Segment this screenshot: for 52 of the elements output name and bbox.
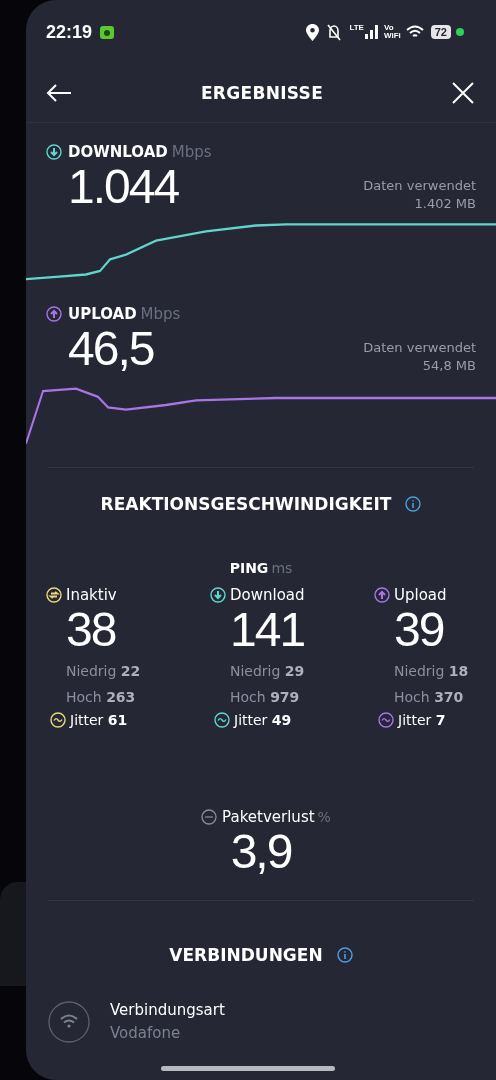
high-ping-text: Hoch 979 — [230, 688, 300, 707]
ping-value: 38 — [66, 604, 116, 658]
connection-label: Verbindungsart — [110, 1000, 225, 1021]
section-title: VERBINDUNGEN — [169, 945, 323, 965]
info-icon[interactable] — [336, 947, 353, 963]
unit-label: Mbps — [171, 143, 212, 161]
speed-value: 46,5 — [68, 323, 154, 375]
jitter-text: Jitter 49 — [234, 712, 292, 728]
wave-icon — [378, 712, 394, 728]
low-ping-text: Niedrig 18 — [394, 662, 469, 681]
data-used-value: 1.402 MB — [414, 195, 476, 213]
data-used-value: 54,8 MB — [422, 357, 476, 375]
wave-icon — [50, 712, 66, 728]
info-icon[interactable] — [405, 496, 422, 512]
wave-icon — [214, 712, 230, 728]
network-type-label: LTE — [349, 22, 364, 32]
ping-type-label: Download — [230, 586, 305, 604]
unit-label: Mbps — [140, 305, 181, 323]
ping-value: 141 — [230, 604, 305, 658]
gauge-icon — [201, 809, 218, 825]
ping-type-label: Upload — [394, 586, 447, 604]
close-button[interactable] — [450, 80, 476, 106]
jitter-text: Jitter 61 — [70, 712, 128, 728]
connection-value: Vodafone — [110, 1023, 182, 1044]
speed-label: UPLOAD — [68, 305, 137, 323]
signal-icon — [364, 25, 379, 39]
battery-indicator: 72 — [430, 25, 451, 39]
speed-value: 1.044 — [68, 161, 179, 213]
low-ping-text: Niedrig 29 — [230, 662, 305, 681]
wifi-icon — [405, 24, 426, 40]
low-ping-text: Niedrig 22 — [66, 662, 141, 681]
status-dot-icon — [456, 28, 464, 36]
ping-type-label: Inaktiv — [66, 586, 117, 604]
shield-app-icon — [99, 24, 116, 40]
page-title: ERGEBNISSE — [200, 83, 324, 103]
jitter-text: Jitter 7 — [398, 712, 446, 728]
wifi-calling-label: Vo WiFi — [383, 24, 401, 40]
wifi-icon — [48, 1001, 90, 1043]
data-used-label: Daten verwendet — [363, 339, 476, 357]
ping-label: PING — [229, 560, 269, 576]
data-used-label: Daten verwendet — [363, 177, 476, 195]
unit-label: ms — [271, 560, 293, 576]
location-icon — [306, 23, 320, 41]
status-time: 22:19 — [46, 21, 93, 43]
section-title: REAKTIONSGESCHWINDIGKEIT — [100, 494, 392, 514]
packet-loss-value: 3,9 — [230, 826, 292, 880]
unit-label: % — [317, 809, 331, 825]
packet-loss-label: Paketverlust — [222, 808, 315, 826]
speed-label: DOWNLOAD — [68, 143, 168, 161]
high-ping-text: Hoch 370 — [394, 688, 464, 707]
ping-value: 39 — [394, 604, 444, 658]
high-ping-text: Hoch 263 — [66, 688, 136, 707]
